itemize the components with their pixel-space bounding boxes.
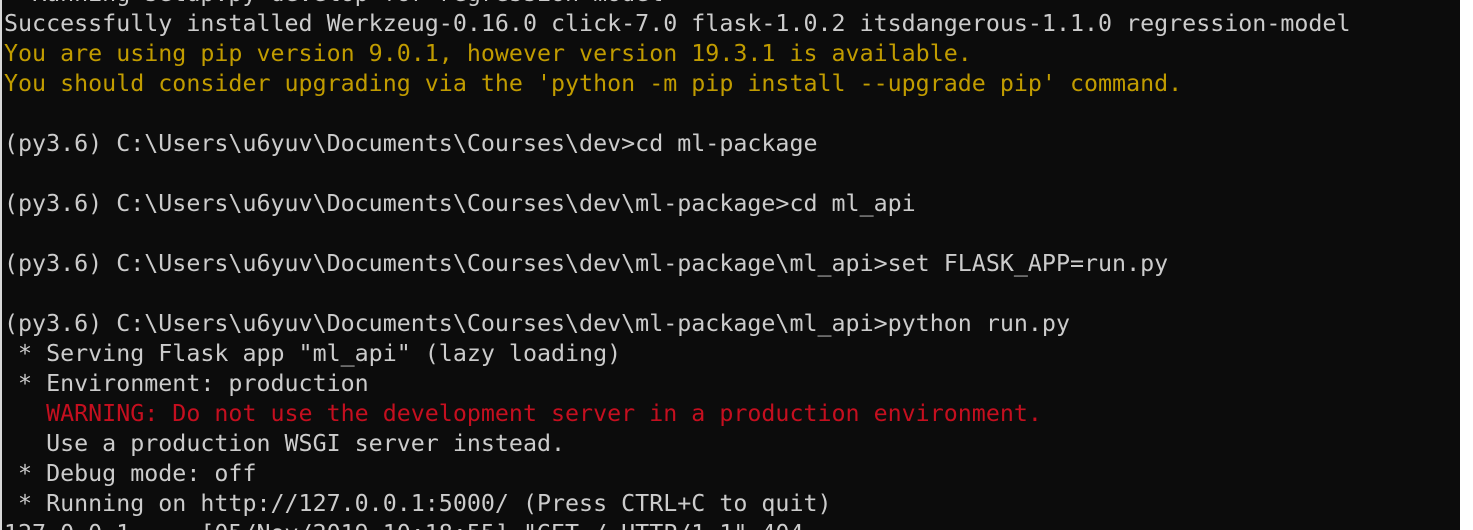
terminal-line: 127.0.0.1 - - [05/Nov/2019 10:18:55] "GE…	[4, 519, 1351, 530]
terminal-line: Running setup.py develop for regression-…	[4, 0, 1351, 9]
terminal-line: * Environment: production	[4, 370, 369, 397]
terminal-line: (py3.6) C:\Users\u6yuv\Documents\Courses…	[4, 310, 1070, 337]
terminal-line: * Debug mode: off	[4, 460, 257, 487]
terminal-line: WARNING: Do not use the development serv…	[4, 400, 1042, 427]
terminal-line: Successfully installed Werkzeug-0.16.0 c…	[4, 10, 1351, 37]
terminal-line: (py3.6) C:\Users\u6yuv\Documents\Courses…	[4, 250, 1169, 277]
terminal-line: * Serving Flask app "ml_api" (lazy loadi…	[4, 340, 622, 367]
terminal-line: * Running on http://127.0.0.1:5000/ (Pre…	[4, 490, 832, 517]
terminal-line: You should consider upgrading via the 'p…	[4, 70, 1183, 97]
terminal-line: You are using pip version 9.0.1, however…	[4, 40, 972, 67]
terminal-line: Use a production WSGI server instead.	[4, 430, 566, 457]
terminal-line: (py3.6) C:\Users\u6yuv\Documents\Courses…	[4, 130, 818, 157]
terminal-window[interactable]: Running setup.py develop for regression-…	[0, 0, 1460, 530]
desktop-background	[1460, 0, 1473, 530]
window-border	[0, 0, 2, 530]
terminal-line: (py3.6) C:\Users\u6yuv\Documents\Courses…	[4, 190, 916, 217]
terminal-output: Running setup.py develop for regression-…	[4, 0, 1351, 530]
